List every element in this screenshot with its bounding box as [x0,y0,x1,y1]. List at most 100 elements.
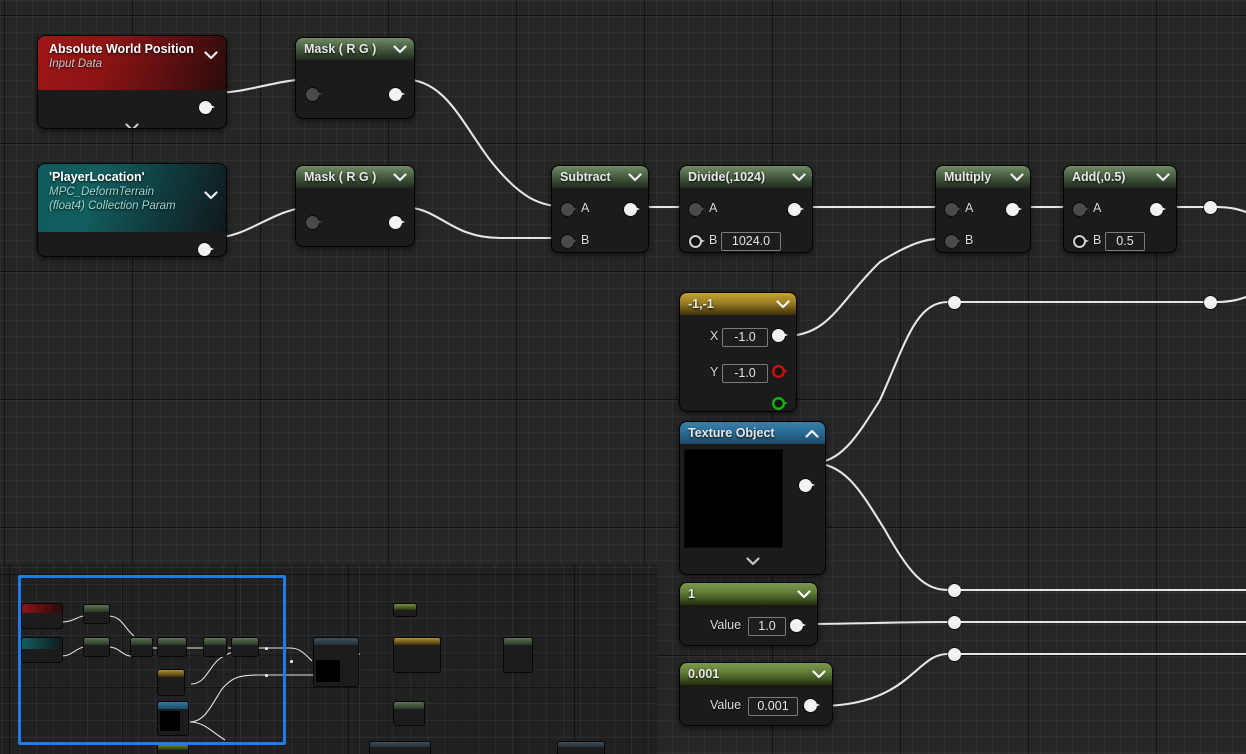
scalar-small-value-field[interactable]: 0.001 [748,697,798,716]
node-body [38,90,226,128]
node-body: A B 1024.0 [680,188,812,252]
output-pin-rgb[interactable] [772,329,788,342]
output-pin[interactable] [389,88,405,101]
scalar-one-value-field[interactable]: 1.0 [748,617,786,636]
minimap-node [314,638,358,686]
input-label-a: A [965,201,974,215]
output-pin[interactable] [1150,203,1166,216]
chevron-down-icon[interactable] [204,51,218,60]
field-label-value: Value [710,618,742,632]
output-pin-r[interactable] [772,365,788,378]
node-multiply[interactable]: Multiply A B [936,166,1030,252]
chevron-down-icon[interactable] [393,173,407,182]
field-label-y: Y [710,365,719,379]
output-pin[interactable] [389,216,405,229]
node-mask-rg-top[interactable]: Mask ( R G ) [296,38,414,118]
field-label-x: X [710,329,719,343]
output-pin[interactable] [790,619,806,632]
input-label-b: B [965,233,974,247]
input-pin-a[interactable] [945,203,961,216]
chevron-down-icon[interactable] [204,191,218,200]
texture-preview[interactable] [685,450,782,547]
minimap-node [158,744,188,754]
node-title: Mask ( R G ) [304,170,377,184]
x-value-field[interactable]: -1.0 [722,328,768,347]
input-pin[interactable] [306,88,322,101]
node-header: Absolute World Position Input Data [38,36,226,90]
input-pin-b[interactable] [1073,235,1089,248]
input-pin-a[interactable] [1073,203,1089,216]
output-pin[interactable] [1006,203,1022,216]
node-title: Mask ( R G ) [304,42,377,56]
chevron-down-icon[interactable] [797,590,811,599]
chevron-down-icon[interactable] [812,670,826,679]
chevron-down-icon[interactable] [792,173,806,182]
reroute-knot-6[interactable] [948,648,964,661]
node-title: 1 [688,587,695,601]
add-b-value-field[interactable]: 0.5 [1105,232,1145,251]
reroute-knot-3[interactable] [1204,201,1220,214]
reroute-knot-5[interactable] [948,616,964,629]
output-pin[interactable] [804,699,820,712]
node-subtitle-line2: (float4) Collection Param [49,200,176,212]
input-pin-a[interactable] [689,203,705,216]
node-scalar-point-zero-zero-one[interactable]: 0.001 Value 0.001 [680,663,832,725]
chevron-down-icon[interactable] [746,557,760,566]
input-pin-b[interactable] [561,235,577,248]
field-label-value: Value [710,698,742,712]
node-header: Texture Object [680,422,825,444]
input-label-b: B [1093,233,1102,247]
chevron-down-icon[interactable] [776,300,790,309]
chevron-down-icon[interactable] [393,45,407,54]
divide-b-value-field[interactable]: 1024.0 [721,232,781,251]
node-scalar-one[interactable]: 1 Value 1.0 [680,583,817,645]
node-header: -1,-1 [680,293,796,315]
node-mask-rg-bottom[interactable]: Mask ( R G ) [296,166,414,246]
chevron-down-icon[interactable] [1156,173,1170,182]
node-header: 1 [680,583,817,605]
input-pin-b[interactable] [689,235,705,248]
input-label-b: B [581,233,590,247]
chevron-down-icon[interactable] [1010,173,1024,182]
reroute-knot-1[interactable] [948,296,964,309]
y-value-field[interactable]: -1.0 [722,364,768,383]
output-pin[interactable] [624,203,640,216]
node-add[interactable]: Add(,0.5) A B 0.5 [1064,166,1176,252]
node-header: Multiply [936,166,1030,188]
output-pin[interactable] [198,243,214,256]
input-label-a: A [1093,201,1102,215]
node-title: 'PlayerLocation' [49,170,145,184]
node-subtitle-line1: MPC_DeformTerrain [49,186,155,198]
node-header: 'PlayerLocation' MPC_DeformTerrain (floa… [38,164,226,232]
input-pin-b[interactable] [945,235,961,248]
minimap-viewport-rect[interactable] [18,575,286,745]
minimap-node [394,604,416,616]
node-header: Divide(,1024) [680,166,812,188]
reroute-knot-4[interactable] [948,584,964,597]
node-absolute-world-position[interactable]: Absolute World Position Input Data [38,36,226,128]
node-divide[interactable]: Divide(,1024) A B 1024.0 [680,166,812,252]
output-pin[interactable] [788,203,804,216]
node-title: Add(,0.5) [1072,170,1126,184]
chevron-down-icon[interactable] [125,123,139,128]
input-label-a: A [581,201,590,215]
node-texture-object[interactable]: Texture Object [680,422,825,574]
input-pin-a[interactable] [561,203,577,216]
output-pin[interactable] [199,101,215,114]
minimap-node [370,742,430,754]
chevron-down-icon[interactable] [628,173,642,182]
node-constant2vector[interactable]: -1,-1 X -1.0 Y -1.0 [680,293,796,411]
node-player-location[interactable]: 'PlayerLocation' MPC_DeformTerrain (floa… [38,164,226,256]
node-body: X -1.0 Y -1.0 [680,315,796,411]
node-body [296,60,414,118]
output-pin-g[interactable] [772,397,788,410]
input-pin[interactable] [306,216,322,229]
reroute-knot-2[interactable] [1204,296,1220,309]
node-body: Value 1.0 [680,605,817,645]
node-body: A B [936,188,1030,252]
node-subtract[interactable]: Subtract A B [552,166,648,252]
node-body [296,188,414,246]
output-pin[interactable] [799,479,815,492]
chevron-up-icon[interactable] [805,429,819,438]
node-header: Add(,0.5) [1064,166,1176,188]
